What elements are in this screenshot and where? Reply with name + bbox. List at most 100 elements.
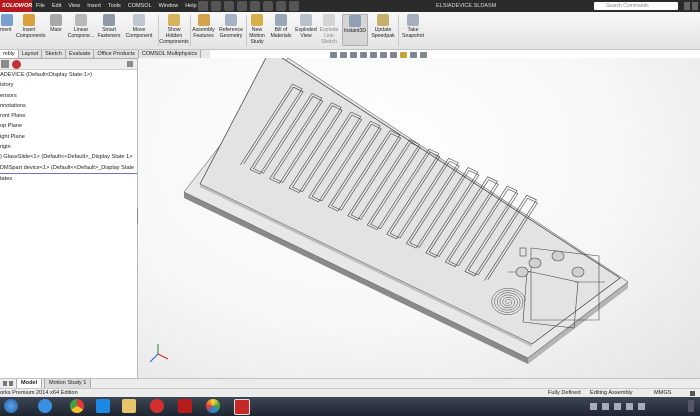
bill-of-materials-icon bbox=[275, 14, 287, 26]
rebuild-icon[interactable] bbox=[276, 1, 286, 11]
apply-scene-icon[interactable] bbox=[410, 52, 417, 58]
menu-comsol[interactable]: COMSOL bbox=[128, 0, 152, 12]
smart-fasteners-button[interactable]: Smart Fasteners bbox=[96, 14, 122, 39]
menu-insert[interactable]: Insert bbox=[87, 0, 101, 12]
tree-item-front-plane[interactable]: ront Plane bbox=[0, 111, 137, 121]
new-file-icon[interactable] bbox=[198, 1, 208, 11]
help-icon[interactable] bbox=[690, 391, 695, 396]
tree-item-mates[interactable]: tates bbox=[0, 172, 137, 184]
tray-icon-1[interactable] bbox=[590, 403, 597, 410]
previous-view-icon[interactable] bbox=[350, 52, 357, 58]
tray-icon-2[interactable] bbox=[602, 403, 609, 410]
volume-icon[interactable] bbox=[638, 403, 645, 410]
view-settings-icon[interactable] bbox=[420, 52, 427, 58]
minimize-icon[interactable] bbox=[684, 2, 690, 10]
appearance-icon[interactable] bbox=[12, 60, 21, 69]
undo-icon[interactable] bbox=[250, 1, 260, 11]
edit-component-button[interactable]: ment bbox=[0, 14, 14, 33]
show-desktop-button[interactable] bbox=[688, 400, 694, 412]
display-style-icon[interactable] bbox=[380, 52, 387, 58]
tab-next-arrow-icon[interactable] bbox=[9, 381, 13, 386]
netease-music-icon[interactable] bbox=[150, 399, 164, 413]
hide-show-items-icon[interactable] bbox=[390, 52, 397, 58]
solidworks-taskbar-icon[interactable] bbox=[234, 399, 250, 415]
tree-item-origin[interactable]: rigin bbox=[0, 142, 137, 152]
tray-icon-3[interactable] bbox=[614, 403, 621, 410]
command-manager-ribbon: ment Insert Components Mate Linear Compo… bbox=[0, 12, 700, 50]
linear-pattern-button[interactable]: Linear Compone... bbox=[67, 14, 95, 39]
menu-help[interactable]: Help bbox=[185, 0, 196, 12]
photo-viewer-icon[interactable] bbox=[206, 399, 220, 413]
new-motion-study-button[interactable]: New Motion Study bbox=[246, 14, 268, 45]
select-icon[interactable] bbox=[263, 1, 273, 11]
bill-of-materials-button[interactable]: Bill of Materials bbox=[270, 14, 292, 39]
solidworks-logo[interactable]: SOLIDWORKS bbox=[0, 0, 32, 12]
instant3d-icon bbox=[349, 15, 361, 27]
motion-study-icon bbox=[251, 14, 263, 26]
tree-item-sensors[interactable]: ensors bbox=[0, 91, 137, 101]
tab-assembly[interactable]: mbly bbox=[0, 50, 19, 58]
tab-sketch[interactable]: Sketch bbox=[42, 50, 66, 58]
search-commands-input[interactable]: Search Commands bbox=[594, 2, 678, 10]
menu-window[interactable]: Window bbox=[159, 0, 179, 12]
menu-view[interactable]: View bbox=[68, 0, 80, 12]
menu-edit[interactable]: Edit bbox=[52, 0, 61, 12]
tab-evaluate[interactable]: Evaluate bbox=[65, 50, 95, 58]
update-speedpak-button[interactable]: Update Speedpak bbox=[370, 14, 396, 39]
tree-item-history[interactable]: istory bbox=[0, 80, 137, 90]
speedpak-icon bbox=[377, 14, 389, 26]
window-controls bbox=[684, 2, 698, 10]
options-icon[interactable] bbox=[289, 1, 299, 11]
network-icon[interactable] bbox=[626, 403, 633, 410]
model-view bbox=[149, 58, 629, 364]
mate-button[interactable]: Mate bbox=[47, 14, 65, 33]
dropbox-icon[interactable] bbox=[96, 399, 110, 413]
tab-layout[interactable]: Layout bbox=[18, 50, 43, 58]
open-file-icon[interactable] bbox=[211, 1, 221, 11]
tree-item-glassslide[interactable]: ) GlassSlide<1> (Default<<Default>_Displ… bbox=[0, 152, 137, 162]
show-hidden-components-button[interactable]: Show Hidden Components bbox=[158, 14, 190, 45]
zoom-to-fit-icon[interactable] bbox=[330, 52, 337, 58]
view-orientation-icon[interactable] bbox=[370, 52, 377, 58]
feature-manager-icon[interactable] bbox=[1, 60, 9, 68]
take-snapshot-button[interactable]: Take Snapshot bbox=[400, 14, 426, 39]
zoom-area-icon[interactable] bbox=[340, 52, 347, 58]
graphics-viewport[interactable] bbox=[138, 58, 700, 378]
windows-taskbar bbox=[0, 397, 700, 416]
save-icon[interactable] bbox=[224, 1, 234, 11]
instant3d-button[interactable]: Instant3D bbox=[342, 14, 368, 46]
chrome-icon[interactable] bbox=[70, 399, 84, 413]
tree-item-top-plane[interactable]: op Plane bbox=[0, 121, 137, 131]
print-icon[interactable] bbox=[237, 1, 247, 11]
move-component-button[interactable]: Move Component bbox=[123, 14, 155, 39]
exploded-view-icon bbox=[300, 14, 312, 26]
mate-icon bbox=[50, 14, 62, 26]
reference-geometry-button[interactable]: Reference Geometry bbox=[217, 14, 245, 39]
section-view-icon[interactable] bbox=[360, 52, 367, 58]
media-player-icon[interactable] bbox=[178, 399, 192, 413]
feature-tree: ADEVICE (Default<Display State-1>) istor… bbox=[0, 70, 137, 184]
tab-comsol-multiphysics[interactable]: COMSOL Multiphysics bbox=[138, 50, 201, 58]
insert-components-button[interactable]: Insert Components bbox=[16, 14, 45, 39]
exploded-view-button[interactable]: Exploded View bbox=[295, 14, 317, 39]
menu-file[interactable]: File bbox=[36, 0, 45, 12]
menu-bar: File Edit View Insert Tools COMSOL Windo… bbox=[36, 0, 197, 12]
file-explorer-icon[interactable] bbox=[122, 399, 136, 413]
heads-up-view-toolbar bbox=[330, 52, 427, 58]
tree-item-right-plane[interactable]: ight Plane bbox=[0, 132, 137, 142]
tree-item-pdms-part[interactable]: DMSpart device<1> (Default<<Default>_Dis… bbox=[0, 163, 137, 173]
tree-item-annotations[interactable]: nnotations bbox=[0, 101, 137, 111]
start-orb-icon[interactable] bbox=[4, 399, 18, 413]
explode-line-sketch-button[interactable]: Explode Line Sketch bbox=[318, 14, 340, 45]
tab-office-products[interactable]: Office Products bbox=[94, 50, 139, 58]
internet-explorer-icon[interactable] bbox=[38, 399, 52, 413]
snapshot-icon bbox=[407, 14, 419, 26]
move-component-icon bbox=[133, 14, 145, 26]
help-icon[interactable] bbox=[692, 2, 698, 10]
tab-prev-arrow-icon[interactable] bbox=[3, 381, 7, 386]
assembly-features-button[interactable]: Assembly Features bbox=[191, 14, 216, 39]
tree-item-assembly[interactable]: ADEVICE (Default<Display State-1>) bbox=[0, 70, 137, 80]
expand-icon[interactable] bbox=[127, 61, 133, 67]
edit-appearance-icon[interactable] bbox=[400, 52, 407, 58]
menu-tools[interactable]: Tools bbox=[108, 0, 121, 12]
